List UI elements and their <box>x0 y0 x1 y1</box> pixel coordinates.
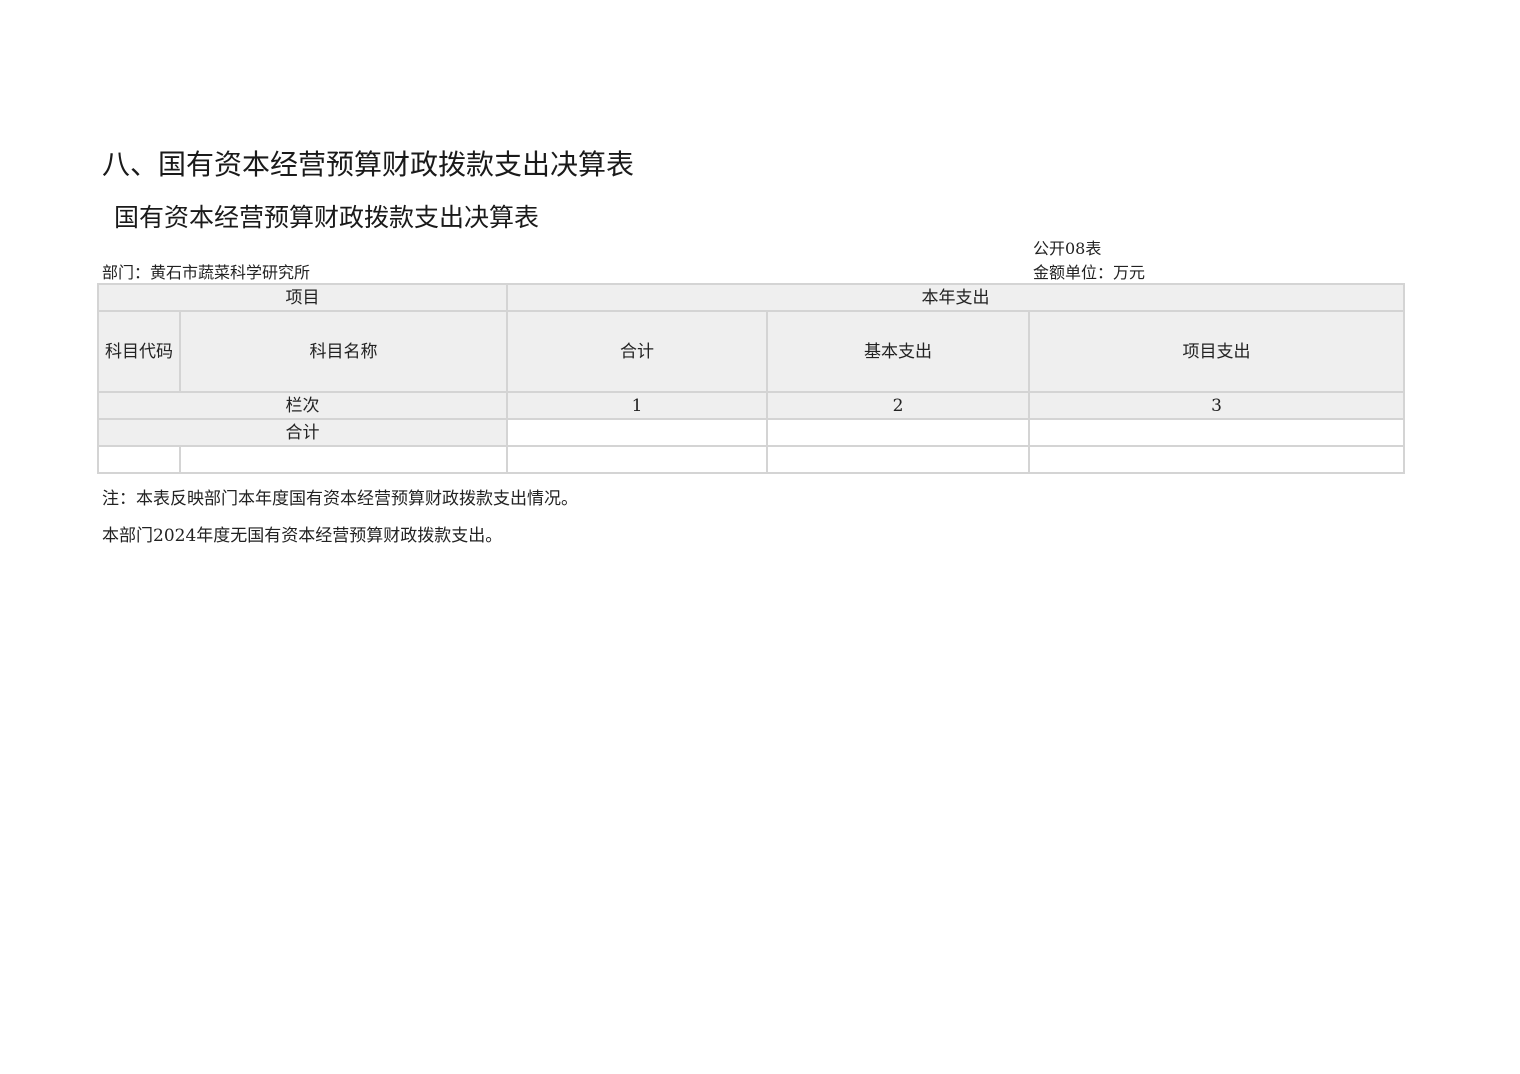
column-index-3: 3 <box>1027 391 1406 420</box>
table-note: 注：本表反映部门本年度国有资本经营预算财政拨款支出情况。 <box>102 489 578 509</box>
no-expenditure-statement: 本部门2024年度无国有资本经营预算财政拨款支出。 <box>102 526 503 546</box>
header-item: 项目 <box>97 283 508 312</box>
table-title: 国有资本经营预算财政拨款支出决算表 <box>114 203 540 232</box>
header-subject-name: 科目名称 <box>179 310 508 393</box>
total-row-basic-cell <box>766 418 1030 447</box>
header-project-expenditure: 项目支出 <box>1027 310 1406 393</box>
amount-unit-label: 金额单位：万元 <box>1033 263 1146 282</box>
header-basic-expenditure: 基本支出 <box>766 310 1030 393</box>
total-row: 合计 <box>97 418 1406 447</box>
section-heading: 八、国有资本经营预算财政拨款支出决算表 <box>102 148 635 181</box>
header-current-year-expenditure: 本年支出 <box>505 283 1406 312</box>
data-cell-name <box>179 445 508 474</box>
total-row-total-cell <box>506 418 768 447</box>
header-total: 合计 <box>506 310 768 393</box>
column-index-2: 2 <box>766 391 1030 420</box>
column-index-1: 1 <box>506 391 768 420</box>
budget-table: 项目 本年支出 科目代码 科目名称 合计 基本支出 项目支出 栏次 1 2 3 … <box>97 283 1406 474</box>
total-row-label: 合计 <box>97 418 508 447</box>
data-cell-basic <box>766 445 1030 474</box>
form-number: 公开08表 <box>1033 239 1102 258</box>
header-row-2: 科目代码 科目名称 合计 基本支出 项目支出 <box>97 310 1406 393</box>
total-row-project-cell <box>1027 418 1406 447</box>
header-row-1: 项目 本年支出 <box>97 283 1406 312</box>
column-index-label: 栏次 <box>97 391 508 420</box>
table-row <box>97 445 1406 474</box>
data-cell-total <box>506 445 768 474</box>
header-subject-code: 科目代码 <box>97 310 181 393</box>
department-label: 部门：黄石市蔬菜科学研究所 <box>102 263 311 282</box>
data-cell-project <box>1027 445 1406 474</box>
column-index-row: 栏次 1 2 3 <box>97 391 1406 420</box>
data-cell-code <box>97 445 181 474</box>
